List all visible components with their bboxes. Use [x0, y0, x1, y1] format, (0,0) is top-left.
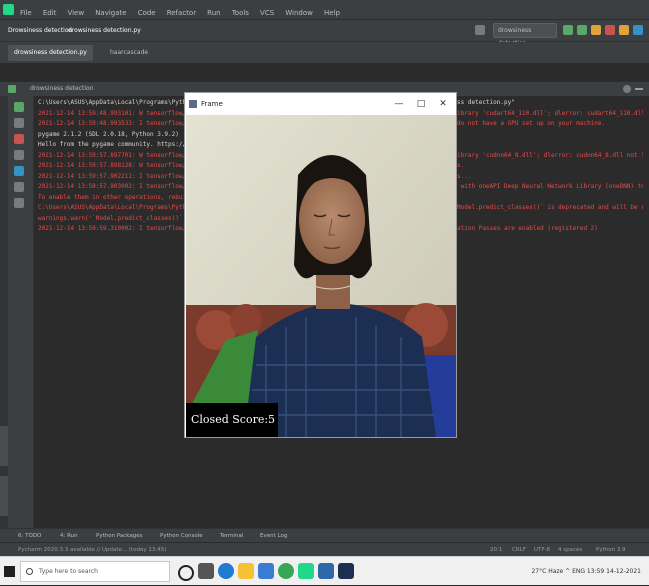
soft-wrap-icon[interactable]	[14, 166, 24, 176]
stop-run-icon[interactable]	[14, 134, 24, 144]
status-encoding[interactable]: UTF-8	[534, 543, 550, 557]
breadcrumb-project[interactable]: Drowsiness detection	[8, 24, 72, 38]
tab-haarcascade[interactable]: haarcascade	[104, 45, 154, 61]
webcam-feed: Closed Score:5	[186, 115, 456, 437]
tool-window-bar: 6: TODO 4: Run Python Packages Python Co…	[0, 528, 649, 542]
hide-panel-icon[interactable]	[635, 88, 643, 90]
system-tray[interactable]: 27°C Haze ^ ENG 13:59 14-12-2021	[531, 557, 641, 586]
hammer-icon[interactable]	[475, 25, 485, 35]
run-tab-label[interactable]: drowsiness detection	[30, 83, 94, 95]
search-icon	[26, 568, 33, 575]
favorites-tool-tab[interactable]	[0, 476, 8, 516]
coverage-icon[interactable]	[591, 25, 601, 35]
frame-window[interactable]: Frame — □ ✕ Closed Score:5	[184, 92, 457, 438]
editor-area	[0, 64, 649, 82]
status-position[interactable]: 20:1	[490, 543, 502, 557]
status-indent[interactable]: 4 spaces	[558, 543, 582, 557]
navigation-bar: Drowsiness detection drowsiness detectio…	[0, 20, 649, 47]
search-everywhere-icon[interactable]	[633, 25, 643, 35]
chrome-icon[interactable]	[278, 563, 294, 579]
vcs-icon[interactable]	[619, 25, 629, 35]
tool-terminal[interactable]: Terminal	[220, 529, 243, 543]
editor-tabs: drowsiness detection.py haarcascade	[0, 42, 649, 64]
down-arrow-icon[interactable]	[14, 150, 24, 160]
pycharm-taskbar-icon[interactable]	[298, 563, 314, 579]
taskbar-search-input[interactable]: Type here to search	[20, 561, 170, 582]
print-icon[interactable]	[14, 182, 24, 192]
frame-title: Frame	[201, 100, 223, 108]
tab-drowsiness-detection[interactable]: drowsiness detection.py	[8, 45, 93, 61]
edge-icon[interactable]	[218, 563, 234, 579]
run-icon[interactable]	[563, 25, 573, 35]
pin-icon[interactable]	[14, 198, 24, 208]
tool-window-strip	[0, 96, 8, 528]
pycharm-logo-icon	[3, 4, 14, 15]
python-taskbar-icon[interactable]	[318, 563, 334, 579]
rerun-icon[interactable]	[14, 102, 24, 112]
file-explorer-icon[interactable]	[238, 563, 254, 579]
webcam-image	[186, 115, 456, 437]
store-icon[interactable]	[258, 563, 274, 579]
run-config-select[interactable]: drowsiness detection	[493, 23, 557, 47]
breadcrumb-file[interactable]: drowsiness detection.py	[68, 24, 141, 38]
menu-bar: File Edit View Navigate Code Refactor Ru…	[0, 0, 649, 20]
close-icon[interactable]: ✕	[432, 93, 454, 115]
window-app-icon	[189, 100, 197, 108]
tool-python-packages[interactable]: Python Packages	[96, 529, 142, 543]
cortana-icon[interactable]	[178, 565, 194, 581]
debug-icon[interactable]	[577, 25, 587, 35]
minimize-icon[interactable]: —	[388, 93, 410, 115]
tool-run[interactable]: 4: Run	[60, 529, 78, 543]
tool-python-console[interactable]: Python Console	[160, 529, 203, 543]
windows-start-icon[interactable]	[4, 566, 15, 577]
status-line-sep[interactable]: CRLF	[512, 543, 526, 557]
windows-taskbar: Type here to search 27°C Haze ^ ENG 13:5…	[0, 556, 649, 585]
run-label-icon	[8, 85, 16, 93]
up-arrow-icon[interactable]	[14, 118, 24, 128]
stop-icon[interactable]	[605, 25, 615, 35]
tool-event-log[interactable]: Event Log	[260, 529, 287, 543]
status-bar: Pycharm 2020.3.3 available // Update... …	[0, 542, 649, 556]
tool-todo[interactable]: 6: TODO	[18, 529, 41, 543]
settings-gear-icon[interactable]	[623, 85, 631, 93]
frame-taskbar-icon[interactable]	[338, 563, 354, 579]
status-message[interactable]: Pycharm 2020.3.3 available // Update... …	[18, 543, 166, 557]
structure-tool-tab[interactable]	[0, 426, 8, 466]
window-controls[interactable]	[603, 5, 643, 15]
task-view-icon[interactable]	[198, 563, 214, 579]
drowsiness-status-label: Closed Score:5	[186, 403, 278, 437]
frame-title-bar[interactable]: Frame — □ ✕	[185, 93, 456, 115]
status-interpreter[interactable]: Python 3.9	[596, 543, 626, 557]
maximize-icon[interactable]: □	[410, 93, 432, 115]
